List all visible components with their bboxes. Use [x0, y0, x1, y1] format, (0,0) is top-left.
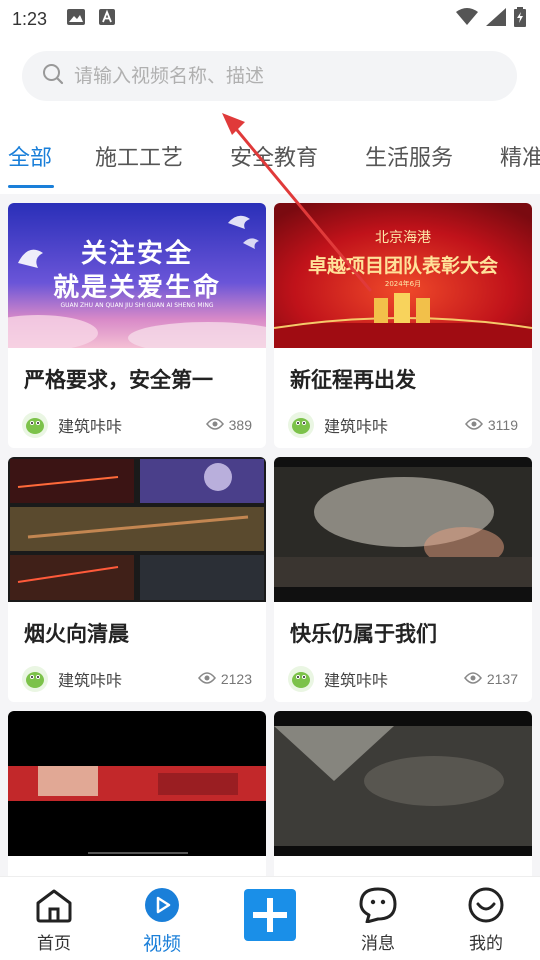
video-meta: 建筑咔咔 2123: [8, 654, 266, 702]
author-name: 建筑咔咔: [324, 417, 389, 436]
plus-icon: [253, 898, 287, 932]
search-icon: [42, 63, 64, 89]
author-avatar: [22, 666, 48, 692]
tab-label: 生活服务: [365, 146, 454, 171]
nav-video[interactable]: 视频: [122, 887, 202, 956]
video-thumbnail[interactable]: [274, 711, 532, 856]
home-icon: [14, 887, 94, 927]
video-title: 烟火向清晨: [24, 622, 129, 646]
message-bubble-icon: [338, 887, 418, 927]
thumb-headline: 卓越项目团队表彰大会: [307, 255, 498, 277]
thumb-pinyin: GUAN ZHU AN QUAN JIU SHI GUAN AI SHENG M…: [60, 302, 214, 309]
tab-precision[interactable]: 精准: [500, 138, 540, 188]
view-count-value: 2137: [486, 671, 518, 687]
video-title: 新征程再出发: [290, 368, 416, 392]
video-meta: 建筑咔咔 389: [8, 400, 266, 448]
eye-icon: [464, 417, 483, 433]
nav-mine[interactable]: 我的: [446, 887, 526, 954]
video-grid: 关注安全 就是关爱生命 GUAN ZHU AN QUAN JIU SHI GUA…: [0, 194, 540, 876]
play-icon: [122, 887, 202, 927]
signal-icon: [486, 8, 506, 30]
video-title: 快乐仍属于我们: [290, 622, 437, 646]
video-card[interactable]: 北京海港 卓越项目团队表彰大会 2024年6月 新征程再出发 建筑咔咔 3119: [274, 203, 532, 448]
eye-icon: [205, 417, 224, 433]
video-thumbnail[interactable]: [8, 711, 266, 856]
font-notification-icon: [99, 9, 116, 29]
tab-label: 精准: [500, 146, 540, 171]
view-count: 2123: [197, 671, 252, 687]
video-card[interactable]: 烟火向清晨 建筑咔咔 2123: [8, 457, 266, 702]
video-card[interactable]: [274, 711, 532, 876]
tab-label: 安全教育: [230, 146, 319, 171]
status-bar: 1:23: [0, 0, 540, 38]
gallery-notification-icon: [67, 9, 86, 29]
view-count-value: 2123: [220, 671, 252, 687]
nav-messages-label: 消息: [361, 934, 395, 954]
video-meta: 建筑咔咔 3119: [274, 400, 532, 448]
view-count-value: 389: [228, 417, 252, 433]
video-title: 严格要求，安全第一: [24, 368, 213, 392]
tab-construction-process[interactable]: 施工工艺: [95, 138, 183, 188]
tab-all[interactable]: 全部: [8, 138, 54, 188]
nav-video-label: 视频: [142, 933, 181, 955]
video-card[interactable]: [8, 711, 266, 876]
thumb-date: 2024年6月: [384, 280, 422, 288]
thumb-headline: 关注安全: [80, 239, 193, 269]
video-card[interactable]: 快乐仍属于我们 建筑咔咔 2137: [274, 457, 532, 702]
view-count: 3119: [464, 417, 518, 433]
video-thumbnail[interactable]: [8, 457, 266, 602]
view-count-value: 3119: [487, 417, 518, 433]
view-count: 389: [205, 417, 252, 433]
thumb-subheadline: 就是关爱生命: [52, 273, 221, 303]
nav-messages[interactable]: 消息: [338, 887, 418, 954]
status-time: 1:23: [12, 8, 48, 29]
tab-label: 施工工艺: [95, 146, 184, 171]
tab-active-indicator: [8, 185, 54, 188]
search-input[interactable]: [74, 65, 474, 87]
video-meta: 建筑咔咔 2137: [274, 654, 532, 702]
eye-icon: [463, 671, 482, 687]
author-name: 建筑咔咔: [58, 417, 123, 436]
tab-label: 全部: [8, 146, 53, 171]
thumb-organization: 北京海港: [375, 230, 431, 246]
battery-icon: [514, 7, 526, 31]
search-bar[interactable]: [22, 51, 517, 101]
tab-life-service[interactable]: 生活服务: [365, 138, 453, 188]
category-tabs: 全部 施工工艺 安全教育 生活服务 精准: [0, 138, 540, 194]
wifi-icon: [456, 8, 478, 30]
view-count: 2137: [463, 671, 518, 687]
eye-icon: [197, 671, 216, 687]
nav-mine-label: 我的: [469, 934, 503, 954]
video-thumbnail[interactable]: [274, 457, 532, 602]
author-avatar: [288, 666, 314, 692]
author-name: 建筑咔咔: [58, 671, 123, 690]
author-avatar: [22, 412, 48, 438]
author-avatar: [288, 412, 314, 438]
video-thumbnail[interactable]: 关注安全 就是关爱生命 GUAN ZHU AN QUAN JIU SHI GUA…: [8, 203, 266, 348]
nav-home-label: 首页: [37, 934, 71, 954]
profile-face-icon: [446, 887, 526, 927]
video-thumbnail[interactable]: 北京海港 卓越项目团队表彰大会 2024年6月: [274, 203, 532, 348]
author-name: 建筑咔咔: [324, 671, 389, 690]
bottom-navigation: 首页 视频 消息 我的: [0, 876, 540, 960]
tab-safety-education[interactable]: 安全教育: [230, 138, 318, 188]
nav-home[interactable]: 首页: [14, 887, 94, 954]
add-button[interactable]: [244, 889, 296, 941]
video-card[interactable]: 关注安全 就是关爱生命 GUAN ZHU AN QUAN JIU SHI GUA…: [8, 203, 266, 448]
